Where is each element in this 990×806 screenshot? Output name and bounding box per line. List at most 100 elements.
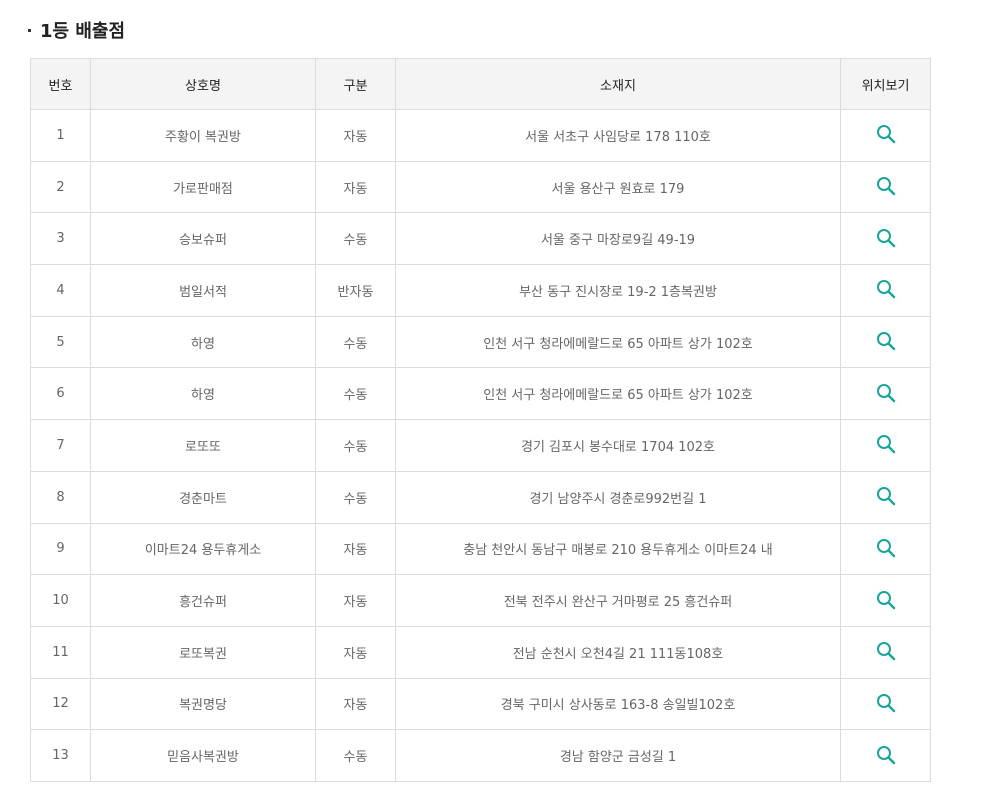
table-row: 4 범일서적 반자동 부산 동구 진시장로 19-2 1층복권방 [30,264,931,317]
cell-map [840,212,931,266]
header-no: 번호 [30,58,91,110]
header-address: 소재지 [395,58,841,110]
view-location-button[interactable] [874,536,898,560]
search-icon [876,228,895,247]
table-row: 13 믿음사복권방 수동 경남 함양군 금성길 1 [30,729,931,782]
table-row: 9 이마트24 용두휴게소 자동 충남 천안시 동남구 매봉로 210 용두휴게소 이… [30,522,931,576]
cell-map [840,677,931,731]
cell-address: 충남 천안시 동남구 매봉로 210 용두휴게소 이마트24 내 [395,522,841,576]
cell-address: 전북 전주시 완산구 거마평로 25 흥건슈퍼 [395,574,841,627]
table-row: 10 흥건슈퍼 자동 전북 전주시 완산구 거마평로 25 흥건슈퍼 [30,574,931,627]
cell-map [840,729,931,782]
cell-address: 경기 김포시 봉수대로 1704 102호 [395,419,841,472]
cell-type: 수동 [315,729,396,782]
cell-address: 전남 순천시 오천4길 21 111동108호 [395,625,841,679]
section-title-text: 1등 배출점 [40,21,126,42]
cell-map [840,522,931,576]
search-icon [876,590,895,609]
cell-name: 복권명당 [90,677,316,731]
cell-type: 자동 [315,522,396,576]
cell-map [840,264,931,317]
view-location-button[interactable] [874,743,898,767]
cell-name: 믿음사복권방 [90,729,316,782]
cell-address: 인천 서구 청라에메랄드로 65 아파트 상가 102호 [395,367,841,421]
view-location-button[interactable] [874,381,898,405]
title-bullet-icon [28,28,31,32]
view-location-button[interactable] [874,484,898,508]
cell-name: 가로판매점 [90,160,316,214]
search-icon [876,125,895,144]
table-row: 6 하영 수동 인천 서구 청라에메랄드로 65 아파트 상가 102호 [30,367,931,421]
cell-name: 로또또 [90,419,316,472]
cell-map [840,625,931,679]
cell-no: 2 [30,160,91,214]
cell-type: 수동 [315,212,396,266]
cell-address: 부산 동구 진시장로 19-2 1층복권방 [395,264,841,317]
search-icon [876,280,895,299]
cell-address: 경기 남양주시 경춘로992번길 1 [395,470,841,524]
cell-no: 4 [30,264,91,317]
cell-no: 3 [30,212,91,266]
table-header-row: 번호 상호명 구분 소재지 위치보기 [30,58,931,110]
view-location-button[interactable] [874,639,898,663]
cell-type: 자동 [315,625,396,679]
table-row: 7 로또또 수동 경기 김포시 봉수대로 1704 102호 [30,419,931,472]
view-location-button[interactable] [874,329,898,353]
cell-type: 수동 [315,419,396,472]
cell-address: 서울 용산구 원효로 179 [395,160,841,214]
table-row: 11 로또복권 자동 전남 순천시 오천4길 21 111동108호 [30,625,931,679]
cell-type: 수동 [315,470,396,524]
cell-name: 주황이 복권방 [90,109,316,162]
cell-type: 자동 [315,677,396,731]
search-icon [876,693,895,713]
search-icon [876,487,895,506]
view-location-button[interactable] [874,691,898,715]
cell-name: 승보슈퍼 [90,212,316,266]
table-row: 2 가로판매점 자동 서울 용산구 원효로 179 [30,160,931,214]
table-row: 12 복권명당 자동 경북 구미시 상사동로 163-8 송일빌102호 [30,677,931,731]
view-location-button[interactable] [874,588,898,612]
section-title: 1등 배출점 [28,16,125,44]
cell-name: 이마트24 용두휴게소 [90,522,316,576]
table-row: 5 하영 수동 인천 서구 청라에메랄드로 65 아파트 상가 102호 [30,315,931,369]
cell-map [840,367,931,421]
search-icon [876,642,895,661]
table-row: 8 경춘마트 수동 경기 남양주시 경춘로992번길 1 [30,470,931,524]
search-icon [876,745,895,764]
view-location-button[interactable] [874,226,898,250]
cell-no: 6 [30,367,91,421]
cell-type: 자동 [315,574,396,627]
search-icon [876,538,895,558]
cell-map [840,419,931,472]
winning-stores-table: 번호 상호명 구분 소재지 위치보기 1 주황이 복권방 자동 서울 서초구 사임당로… [30,58,931,782]
cell-no: 10 [30,574,91,627]
cell-address: 인천 서구 청라에메랄드로 65 아파트 상가 102호 [395,315,841,369]
cell-no: 7 [30,419,91,472]
cell-no: 9 [30,522,91,576]
view-location-button[interactable] [874,432,898,456]
cell-map [840,160,931,214]
cell-name: 로또복권 [90,625,316,679]
header-type: 구분 [315,58,396,110]
table-row: 3 승보슈퍼 수동 서울 중구 마장로9길 49-19 [30,212,931,266]
search-icon [876,435,895,454]
cell-no: 8 [30,470,91,524]
cell-name: 흥건슈퍼 [90,574,316,627]
view-location-button[interactable] [874,277,898,301]
view-location-button[interactable] [874,122,898,146]
cell-map [840,574,931,627]
cell-type: 자동 [315,160,396,214]
cell-name: 경춘마트 [90,470,316,524]
header-map: 위치보기 [840,58,931,110]
cell-name: 범일서적 [90,264,316,317]
cell-type: 반자동 [315,264,396,317]
cell-address: 서울 서초구 사임당로 178 110호 [395,109,841,162]
cell-no: 5 [30,315,91,369]
cell-no: 12 [30,677,91,731]
cell-no: 1 [30,109,91,162]
view-location-button[interactable] [874,174,898,198]
search-icon [876,332,895,351]
cell-type: 수동 [315,367,396,421]
header-name: 상호명 [90,58,316,110]
cell-address: 경북 구미시 상사동로 163-8 송일빌102호 [395,677,841,731]
